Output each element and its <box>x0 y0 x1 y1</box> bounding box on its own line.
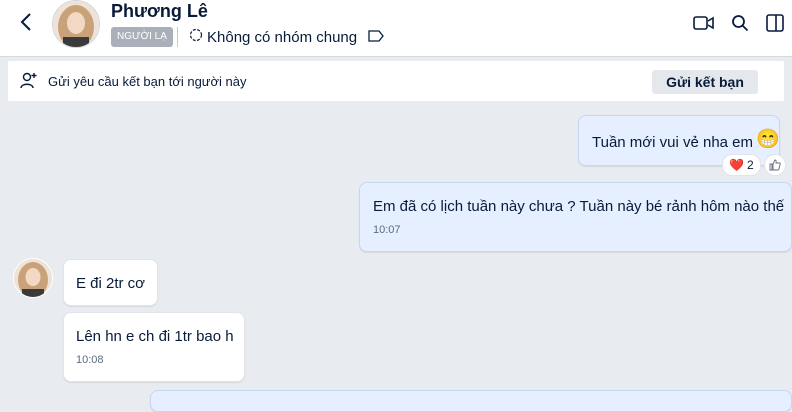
message-bubble-incoming[interactable] <box>63 312 245 382</box>
message-text: Lên hn e ch đi 1tr bao h <box>76 328 234 345</box>
send-friend-request-button[interactable]: Gửi kết bạn <box>652 70 758 94</box>
group-status[interactable]: Không có nhóm chung <box>189 27 357 47</box>
stranger-badge: NGƯỜI LẠ <box>111 27 173 47</box>
message-bubble-outgoing[interactable] <box>359 182 792 252</box>
message-text: Tuần mới vui vẻ nha em <box>592 134 754 151</box>
contact-name: Phương Lê <box>111 1 208 21</box>
grin-emoji: 😁 <box>756 129 780 150</box>
message-bubble-outgoing[interactable] <box>150 390 792 412</box>
like-icon[interactable] <box>764 154 786 176</box>
heart-reaction: ❤️ <box>729 158 744 172</box>
message-text: Em đã có lịch tuần này chưa ? Tuần này b… <box>373 198 785 215</box>
avatar[interactable] <box>52 0 100 48</box>
back-icon[interactable] <box>14 10 38 34</box>
avatar[interactable] <box>13 258 53 298</box>
add-friend-icon <box>20 71 38 94</box>
message-text: E đi 2tr cơ <box>76 275 146 292</box>
search-icon[interactable] <box>728 11 752 35</box>
message-time: 10:07 <box>373 224 401 236</box>
divider <box>177 27 178 47</box>
video-call-icon[interactable] <box>692 11 716 35</box>
group-status-text: Không có nhóm chung <box>207 28 358 46</box>
reaction-badge[interactable]: ❤️ 2 <box>722 154 761 176</box>
tag-icon[interactable] <box>368 29 384 47</box>
message-time: 10:08 <box>76 354 104 366</box>
group-icon <box>189 28 203 46</box>
sidebar-toggle-icon[interactable] <box>763 11 787 35</box>
reaction-count: 2 <box>746 158 754 172</box>
friend-request-text: Gửi yêu cầu kết bạn tới người này <box>48 74 247 89</box>
